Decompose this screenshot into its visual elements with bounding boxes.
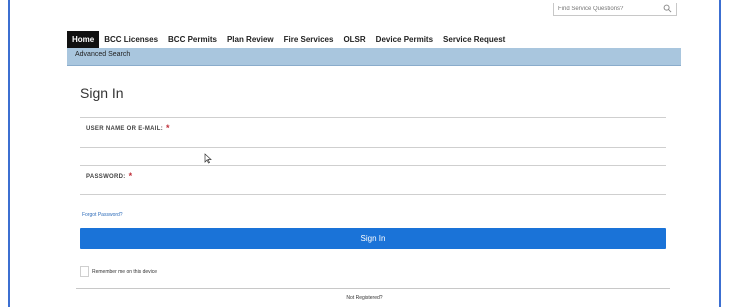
password-field-group: PASSWORD: * (80, 165, 666, 195)
sign-in-button[interactable]: Sign In (80, 228, 666, 249)
advanced-search-link[interactable]: Advanced Search (75, 51, 130, 58)
search-icon[interactable] (663, 4, 672, 13)
password-field[interactable] (84, 182, 660, 192)
tab-home[interactable]: Home (67, 31, 100, 53)
divider (76, 288, 670, 289)
page-title: Sign In (80, 85, 124, 101)
username-field-group: USER NAME OR E-MAIL: * (80, 117, 666, 148)
tab-service-request[interactable]: Service Request (438, 31, 510, 48)
site-search[interactable] (553, 3, 677, 16)
tab-device-permits[interactable]: Device Permits (371, 31, 438, 48)
required-marker: * (166, 123, 170, 133)
remember-me-label: Remember me on this device (92, 268, 158, 275)
tab-fire-services[interactable]: Fire Services (279, 31, 339, 48)
mouse-cursor-icon (204, 153, 212, 164)
username-field[interactable] (84, 135, 660, 145)
tab-plan-review[interactable]: Plan Review (222, 31, 279, 48)
not-registered-text: Not Registered? (346, 295, 383, 301)
tab-bcc-permits[interactable]: BCC Permits (163, 31, 222, 48)
required-marker: * (128, 171, 133, 181)
sub-nav-bar: Advanced Search (67, 48, 681, 66)
forgot-password-link[interactable]: Forgot Password? (82, 212, 123, 218)
tab-olsr[interactable]: OLSR (338, 31, 370, 48)
main-nav: Home BCC Licenses BCC Permits Plan Revie… (67, 31, 510, 53)
password-label: PASSWORD: * (86, 171, 133, 181)
site-search-input[interactable] (558, 3, 658, 14)
remember-me-checkbox[interactable] (80, 266, 89, 277)
tab-bcc-licenses[interactable]: BCC Licenses (99, 31, 163, 48)
username-label: USER NAME OR E-MAIL: * (86, 123, 170, 133)
remember-me[interactable]: Remember me on this device (80, 266, 157, 277)
